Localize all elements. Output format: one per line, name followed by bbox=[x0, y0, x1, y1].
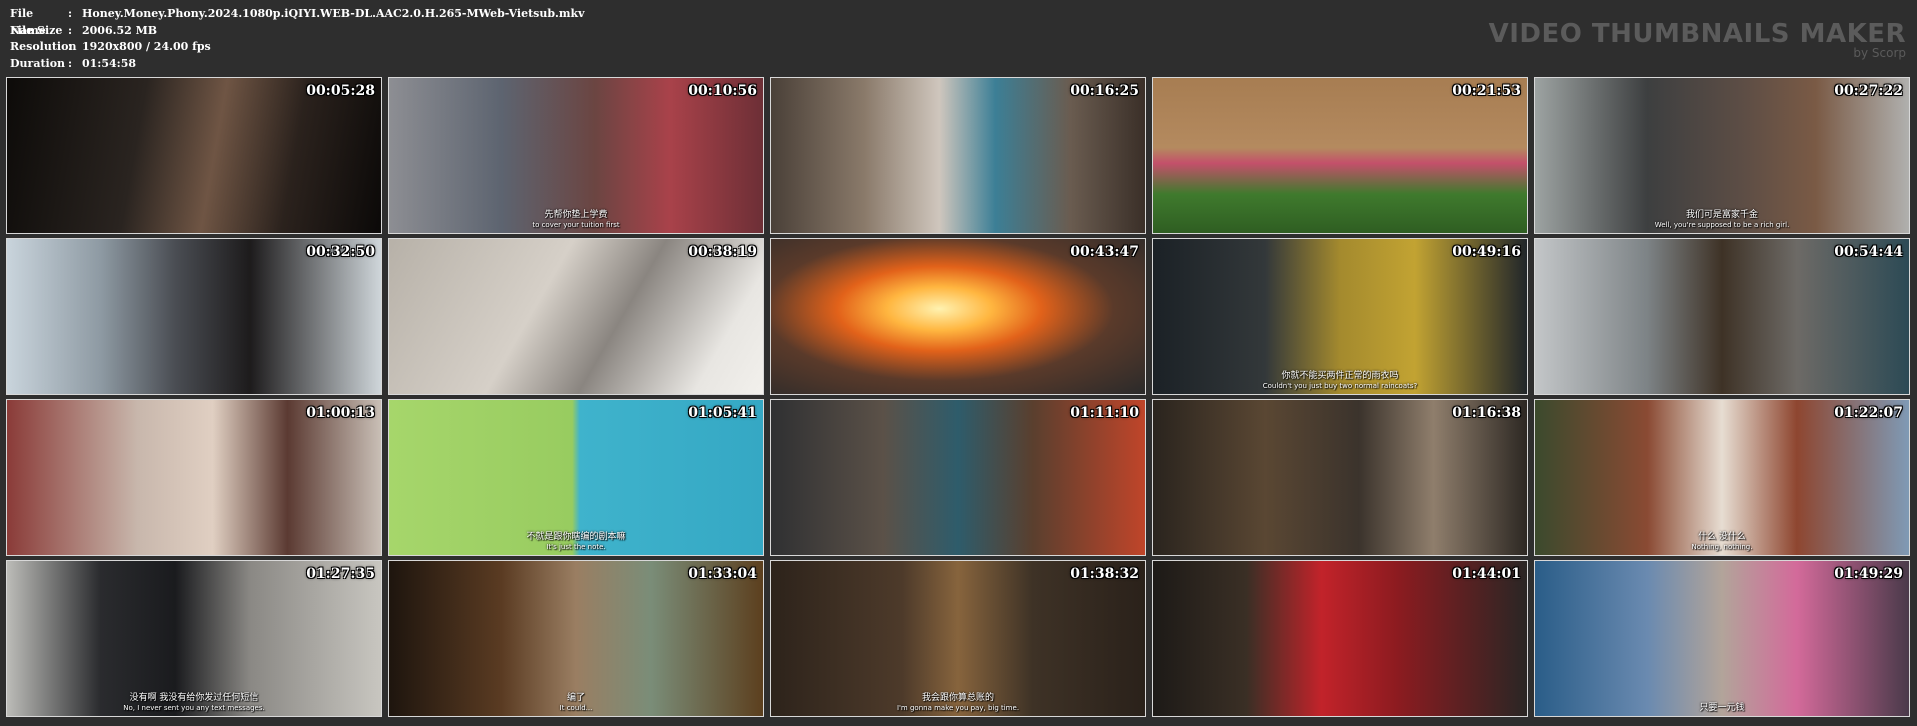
thumbnail: 00:54:44 bbox=[1534, 238, 1910, 395]
subtitle-chinese: 我们可是富家千金 bbox=[1685, 210, 1758, 220]
subtitle-chinese: 没有啊 我没有给你发过任何短信 bbox=[129, 693, 259, 703]
resolution-label: Resolution bbox=[10, 40, 77, 53]
brand-watermark: VIDEO THUMBNAILS MAKER by Scorp bbox=[1489, 20, 1906, 60]
subtitle-chinese: 不就是跟你瞎编的剧本嘛 bbox=[526, 532, 626, 542]
timestamp-label: 01:38:32 bbox=[1070, 566, 1139, 582]
file-size-value: 2006.52 MB bbox=[82, 23, 158, 37]
brand-title: VIDEO THUMBNAILS MAKER bbox=[1488, 19, 1906, 49]
thumbnail: 00:10:56 先帮你垫上学费 to cover your tuition fir… bbox=[388, 77, 764, 234]
thumbnail: 00:05:28 bbox=[6, 77, 382, 234]
timestamp-label: 00:27:22 bbox=[1834, 83, 1903, 99]
thumbnail: 00:49:16 你就不能买两件正常的雨衣吗 Couldn't you just b… bbox=[1152, 238, 1528, 395]
thumbnail: 01:27:35 没有啊 我没有给你发过任何短信 No, I never sent … bbox=[6, 560, 382, 717]
timestamp-label: 00:10:56 bbox=[688, 83, 757, 99]
timestamp-label: 01:05:41 bbox=[688, 405, 757, 421]
timestamp-label: 01:33:04 bbox=[688, 566, 757, 582]
duration-label: Duration bbox=[10, 56, 66, 70]
file-info-row: Duration : 01:54:58 bbox=[10, 56, 585, 73]
file-size-label: File Size bbox=[10, 23, 63, 37]
subtitle-english: It's just the note. bbox=[546, 543, 606, 551]
subtitle: 不就是跟你瞎编的剧本嘛 It's just the note. bbox=[389, 532, 763, 552]
timestamp-label: 00:43:47 bbox=[1070, 244, 1139, 260]
thumbnail: 01:33:04 编了 It could... bbox=[388, 560, 764, 717]
subtitle-english: I'm gonna make you pay, big time. bbox=[896, 704, 1020, 712]
timestamp-label: 01:22:07 bbox=[1834, 405, 1903, 421]
subtitle: 什么 没什么 Nothing, nothing. bbox=[1535, 532, 1909, 552]
subtitle-english: Couldn't you just buy two normal raincoa… bbox=[1262, 382, 1418, 390]
resolution-value: 1920x800 / 24.00 fps bbox=[82, 40, 211, 53]
timestamp-label: 01:11:10 bbox=[1070, 405, 1139, 421]
subtitle-chinese: 我会跟你算总账的 bbox=[921, 693, 994, 703]
timestamp-label: 01:27:35 bbox=[306, 566, 375, 582]
subtitle: 只要一元钱 bbox=[1535, 703, 1909, 713]
timestamp-label: 00:05:28 bbox=[306, 83, 375, 99]
subtitle: 你就不能买两件正常的雨衣吗 Couldn't you just buy two n… bbox=[1153, 371, 1527, 391]
subtitle-english: Well, you're supposed to be a rich girl. bbox=[1654, 221, 1790, 229]
timestamp-label: 01:49:29 bbox=[1834, 566, 1903, 582]
timestamp-label: 01:16:38 bbox=[1452, 405, 1521, 421]
subtitle-english: It could... bbox=[559, 704, 593, 712]
subtitle: 我会跟你算总账的 I'm gonna make you pay, big time… bbox=[771, 693, 1145, 713]
subtitle-chinese: 先帮你垫上学费 bbox=[544, 210, 608, 220]
subtitle: 编了 It could... bbox=[389, 693, 763, 713]
timestamp-label: 00:38:19 bbox=[688, 244, 757, 260]
timestamp-label: 00:16:25 bbox=[1070, 83, 1139, 99]
subtitle-english: Nothing, nothing. bbox=[1691, 543, 1753, 551]
timestamp-label: 00:49:16 bbox=[1452, 244, 1521, 260]
timestamp-label: 00:32:50 bbox=[306, 244, 375, 260]
thumbnail: 00:27:22 我们可是富家千金 Well, you're supposed to… bbox=[1534, 77, 1910, 234]
file-info: File Name : Honey.Money.Phony.2024.1080p… bbox=[10, 6, 585, 72]
thumbnail: 00:16:25 bbox=[770, 77, 1146, 234]
timestamp-label: 00:54:44 bbox=[1834, 244, 1903, 260]
subtitle-chinese: 编了 bbox=[566, 693, 585, 703]
subtitle-english: No, I never sent you any text messages. bbox=[123, 704, 265, 712]
thumbnail: 01:49:29 只要一元钱 bbox=[1534, 560, 1910, 717]
thumbnail: 01:00:13 bbox=[6, 399, 382, 556]
timestamp-label: 01:00:13 bbox=[306, 405, 375, 421]
thumbnail: 00:38:19 bbox=[388, 238, 764, 395]
subtitle-chinese: 什么 没什么 bbox=[1698, 532, 1746, 542]
file-info-row: File Size : 2006.52 MB bbox=[10, 23, 585, 40]
thumbnail: 00:32:50 bbox=[6, 238, 382, 395]
subtitle: 先帮你垫上学费 to cover your tuition first bbox=[389, 210, 763, 230]
file-name-label: File Name bbox=[10, 7, 46, 37]
subtitle: 没有啊 我没有给你发过任何短信 No, I never sent you any … bbox=[7, 693, 381, 713]
thumbnail: 01:11:10 bbox=[770, 399, 1146, 556]
subtitle-chinese: 你就不能买两件正常的雨衣吗 bbox=[1281, 371, 1399, 381]
subtitle-chinese: 只要一元钱 bbox=[1699, 703, 1745, 713]
subtitle-english: to cover your tuition first bbox=[532, 221, 620, 229]
file-info-row: Resolution : 1920x800 / 24.00 fps bbox=[10, 39, 585, 56]
thumbnail: 01:22:07 什么 没什么 Nothing, nothing. bbox=[1534, 399, 1910, 556]
thumbnail: 01:05:41 不就是跟你瞎编的剧本嘛 It's just the note. bbox=[388, 399, 764, 556]
timestamp-label: 01:44:01 bbox=[1452, 566, 1521, 582]
file-name-value: Honey.Money.Phony.2024.1080p.iQIYI.WEB-D… bbox=[82, 7, 585, 20]
thumbnail: 00:43:47 bbox=[770, 238, 1146, 395]
thumbnail-grid: 00:05:28 00:10:56 先帮你垫上学费 to cover your tui… bbox=[6, 77, 1910, 717]
thumbnail: 00:21:53 bbox=[1152, 77, 1528, 234]
subtitle: 我们可是富家千金 Well, you're supposed to be a ri… bbox=[1535, 210, 1909, 230]
duration-value: 01:54:58 bbox=[82, 56, 137, 70]
thumbnail: 01:16:38 bbox=[1152, 399, 1528, 556]
timestamp-label: 00:21:53 bbox=[1452, 83, 1521, 99]
thumbnail: 01:38:32 我会跟你算总账的 I'm gonna make you pay, … bbox=[770, 560, 1146, 717]
file-info-row: File Name : Honey.Money.Phony.2024.1080p… bbox=[10, 7, 585, 37]
thumbnail: 01:44:01 bbox=[1152, 560, 1528, 717]
